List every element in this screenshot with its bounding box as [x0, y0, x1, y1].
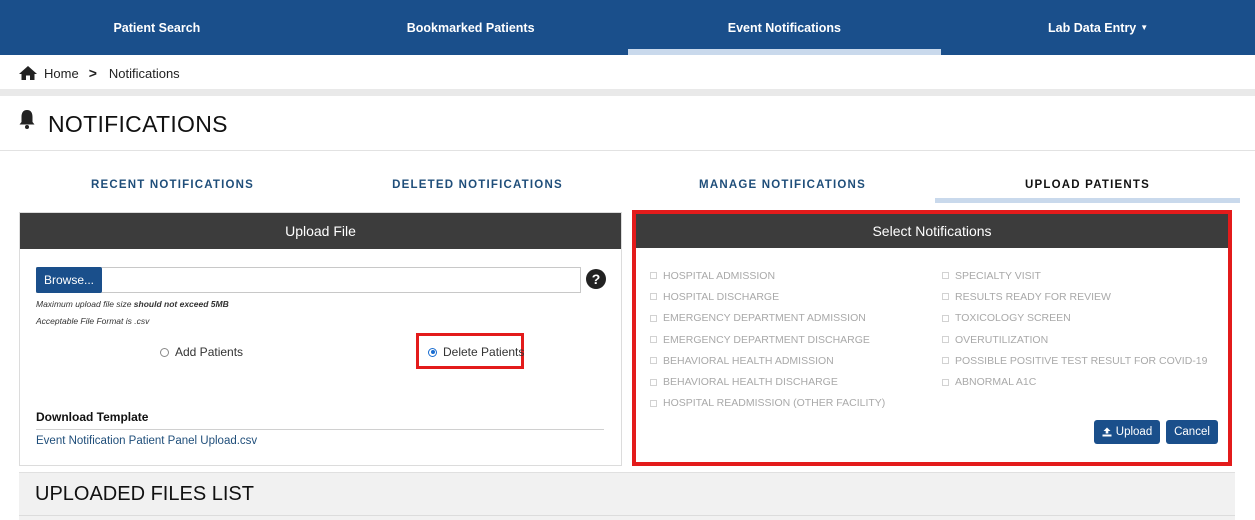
checkbox[interactable] — [650, 314, 657, 322]
cancel-button[interactable]: Cancel — [1166, 420, 1218, 444]
notification-checkbox-list-left: HOSPITAL ADMISSION HOSPITAL DISCHARGE EM… — [650, 265, 885, 414]
add-patients-radio[interactable]: Add Patients — [160, 345, 243, 359]
notification-checkbox-list-right: SPECIALTY VISIT RESULTS READY FOR REVIEW… — [942, 265, 1207, 393]
nav-bookmarked-patients[interactable]: Bookmarked Patients — [314, 0, 628, 55]
checkbox-label: TOXICOLOGY SCREEN — [955, 312, 1071, 325]
checkbox-label: BEHAVIORAL HEALTH ADMISSION — [663, 354, 834, 367]
tab-recent-notifications[interactable]: RECENT NOTIFICATIONS — [20, 165, 325, 205]
max-size-hint: Maximum upload file size should not exce… — [36, 299, 229, 309]
checkbox-toxicology-screen[interactable]: TOXICOLOGY SCREEN — [942, 308, 1207, 329]
checkbox-hospital-discharge[interactable]: HOSPITAL DISCHARGE — [650, 286, 885, 307]
home-icon — [19, 66, 37, 80]
radio-circle[interactable] — [160, 347, 169, 357]
upload-button[interactable]: Upload — [1094, 420, 1160, 444]
checkbox-label: POSSIBLE POSITIVE TEST RESULT FOR COVID-… — [955, 354, 1208, 367]
radio-label: Delete Patients — [443, 345, 525, 359]
notification-tabs: RECENT NOTIFICATIONS DELETED NOTIFICATIO… — [20, 165, 1240, 205]
uploaded-files-title: UPLOADED FILES LIST — [35, 483, 254, 505]
caret-down-icon: ▼ — [1140, 23, 1149, 32]
upload-icon — [1102, 427, 1112, 437]
checkbox[interactable] — [942, 357, 949, 365]
checkbox[interactable] — [942, 293, 949, 301]
upload-file-panel: Upload File Browse... ? Maximum upload f… — [19, 212, 622, 466]
checkbox-abnormal-a1c[interactable]: ABNORMAL A1C — [942, 371, 1207, 392]
page-title-text: NOTIFICATIONS — [48, 110, 228, 137]
tab-label: RECENT NOTIFICATIONS — [90, 179, 255, 191]
checkbox[interactable] — [650, 399, 657, 407]
checkbox[interactable] — [650, 336, 657, 344]
download-template-link[interactable]: Event Notification Patient Panel Upload.… — [36, 435, 257, 447]
download-template-label: Download Template — [36, 410, 149, 424]
divider — [19, 515, 1235, 516]
tab-deleted-notifications[interactable]: DELETED NOTIFICATIONS — [325, 165, 630, 205]
checkbox-specialty-visit[interactable]: SPECIALTY VISIT — [942, 265, 1207, 286]
checkbox-label: SPECIALTY VISIT — [955, 269, 1041, 282]
panel-header-text: Upload File — [285, 223, 356, 239]
tab-manage-notifications[interactable]: MANAGE NOTIFICATIONS — [630, 165, 935, 205]
chevron-right-icon: > — [88, 65, 97, 81]
tab-label: DELETED NOTIFICATIONS — [392, 179, 563, 191]
divider — [0, 150, 1255, 151]
nav-label: Lab Data Entry — [1048, 20, 1137, 35]
checkbox-label: BEHAVIORAL HEALTH DISCHARGE — [663, 376, 838, 389]
file-format-hint: Acceptable File Format is .csv — [36, 316, 150, 326]
panel-header-text: Select Notifications — [872, 223, 992, 239]
breadcrumb-divider — [0, 89, 1255, 96]
upload-file-header: Upload File — [20, 213, 621, 249]
divider — [36, 429, 604, 430]
radio-circle-selected[interactable] — [428, 347, 437, 357]
checkbox[interactable] — [942, 378, 949, 386]
delete-patients-radio[interactable]: Delete Patients — [428, 345, 524, 359]
hint-bold-text: should not exceed 5MB — [133, 299, 229, 309]
checkbox-bh-discharge[interactable]: BEHAVIORAL HEALTH DISCHARGE — [650, 371, 885, 392]
checkbox[interactable] — [650, 378, 657, 386]
checkbox-hospital-admission[interactable]: HOSPITAL ADMISSION — [650, 265, 885, 286]
tab-upload-patients[interactable]: UPLOAD PATIENTS — [935, 165, 1240, 205]
breadcrumb: Home > Notifications — [0, 57, 1255, 89]
checkbox-label: OVERUTILIZATION — [955, 333, 1049, 346]
checkbox[interactable] — [650, 357, 657, 365]
checkbox[interactable] — [650, 293, 657, 301]
nav-label: Event Notifications — [727, 20, 841, 35]
checkbox-label: ABNORMAL A1C — [955, 376, 1037, 389]
select-notifications-panel: Select Notifications HOSPITAL ADMISSION … — [632, 210, 1232, 466]
nav-lab-data-entry[interactable]: Lab Data Entry ▼ — [941, 0, 1255, 55]
tab-label: MANAGE NOTIFICATIONS — [699, 179, 866, 191]
nav-event-notifications[interactable]: Event Notifications — [627, 0, 942, 55]
uploaded-files-list: UPLOADED FILES LIST — [19, 472, 1235, 520]
checkbox-label: HOSPITAL READMISSION (OTHER FACILITY) — [663, 397, 886, 410]
checkbox[interactable] — [650, 272, 657, 280]
breadcrumb-home[interactable]: Home — [44, 66, 79, 81]
checkbox-hospital-readmission[interactable]: HOSPITAL READMISSION (OTHER FACILITY) — [650, 393, 885, 414]
select-notifications-header: Select Notifications — [636, 214, 1228, 248]
checkbox-label: EMERGENCY DEPARTMENT ADMISSION — [663, 312, 866, 325]
breadcrumb-current: Notifications — [108, 65, 180, 81]
top-nav: Patient Search Bookmarked Patients Event… — [0, 0, 1255, 55]
checkbox-results-ready[interactable]: RESULTS READY FOR REVIEW — [942, 286, 1207, 307]
file-input[interactable]: Browse... — [36, 267, 581, 293]
checkbox-label: EMERGENCY DEPARTMENT DISCHARGE — [663, 333, 870, 346]
checkbox-overutilization[interactable]: OVERUTILIZATION — [942, 329, 1207, 350]
checkbox[interactable] — [942, 336, 949, 344]
checkbox[interactable] — [942, 314, 949, 322]
browse-button[interactable]: Browse... — [36, 267, 102, 293]
page-title: NOTIFICATIONS — [18, 104, 228, 144]
checkbox-ed-discharge[interactable]: EMERGENCY DEPARTMENT DISCHARGE — [650, 329, 885, 350]
checkbox-ed-admission[interactable]: EMERGENCY DEPARTMENT ADMISSION — [650, 308, 885, 329]
nav-patient-search[interactable]: Patient Search — [0, 0, 314, 55]
bell-icon — [19, 110, 35, 129]
button-label: Upload — [1115, 426, 1153, 438]
radio-label: Add Patients — [175, 345, 244, 359]
checkbox[interactable] — [942, 272, 949, 280]
hint-text: Maximum upload file size — [36, 299, 134, 309]
checkbox-covid-positive[interactable]: POSSIBLE POSITIVE TEST RESULT FOR COVID-… — [942, 350, 1207, 371]
tab-label: UPLOAD PATIENTS — [1025, 179, 1150, 191]
nav-label: Bookmarked Patients — [406, 20, 535, 35]
nav-label: Patient Search — [113, 20, 201, 35]
help-icon[interactable]: ? — [586, 269, 606, 289]
checkbox-bh-admission[interactable]: BEHAVIORAL HEALTH ADMISSION — [650, 350, 885, 371]
checkbox-label: RESULTS READY FOR REVIEW — [955, 290, 1111, 303]
checkbox-label: HOSPITAL ADMISSION — [663, 269, 776, 282]
checkbox-label: HOSPITAL DISCHARGE — [663, 290, 780, 303]
